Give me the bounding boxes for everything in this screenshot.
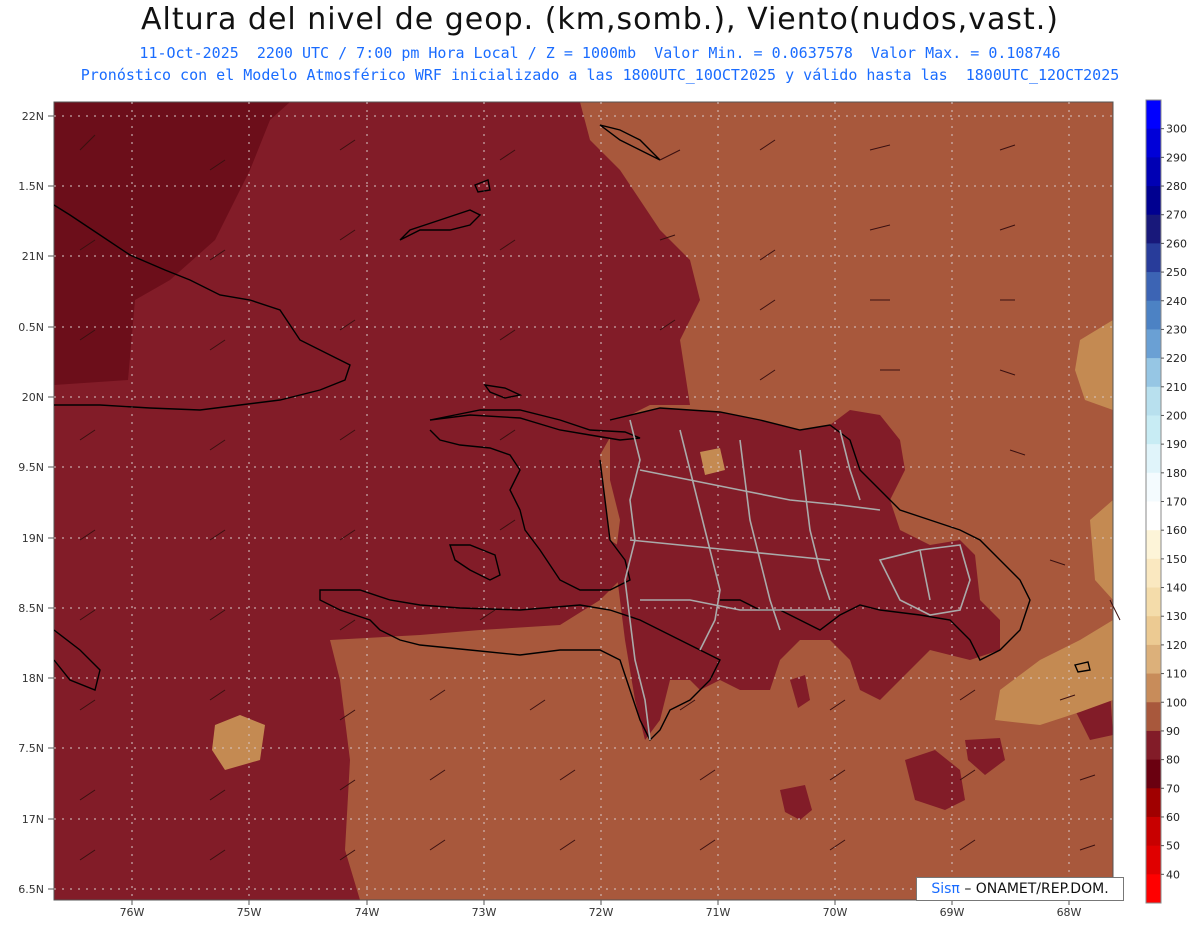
colorbar-swatch xyxy=(1146,300,1161,330)
colorbar-swatch xyxy=(1146,214,1161,244)
colorbar: 300 290 280 270 260 250 240 230 220 210 200 190 180 1… xyxy=(1145,99,1187,904)
lat-ticks xyxy=(48,115,54,890)
lat-label: 18N xyxy=(22,672,44,685)
lat-label: 21N xyxy=(22,250,44,263)
lon-label: 68W xyxy=(1057,906,1082,919)
colorbar-swatch xyxy=(1146,759,1161,789)
colorbar-label: 90 xyxy=(1166,725,1180,738)
colorbar-label: 80 xyxy=(1166,754,1180,767)
colorbar-swatch xyxy=(1146,186,1161,216)
colorbar-label: 50 xyxy=(1166,840,1180,853)
lon-label: 76W xyxy=(120,906,145,919)
colorbar-label: 40 xyxy=(1166,868,1180,881)
lon-label: 74W xyxy=(355,906,380,919)
sispi-logo: Sisπ xyxy=(931,881,960,897)
colorbar-label: 300 xyxy=(1166,123,1187,136)
lat-label: 22N xyxy=(22,110,44,123)
lat-label: 6.5N xyxy=(18,883,44,896)
lon-label: 69W xyxy=(940,906,965,919)
lat-label: 9.5N xyxy=(18,461,44,474)
colorbar-swatch xyxy=(1146,788,1161,818)
lat-label: 19N xyxy=(22,532,44,545)
colorbar-swatch xyxy=(1146,128,1161,158)
colorbar-label: 140 xyxy=(1166,582,1187,595)
colorbar-label: 280 xyxy=(1166,180,1187,193)
colorbar-swatch xyxy=(1146,243,1161,273)
lat-axis: 22N 1.5N 21N 0.5N 20N 9.5N 19N 8.5N 18N … xyxy=(18,110,44,896)
colorbar-label: 240 xyxy=(1166,295,1187,308)
colorbar-label: 160 xyxy=(1166,524,1187,537)
source-badge: Sisπ – ONAMET/REP.DOM. xyxy=(916,877,1124,901)
colorbar-label: 180 xyxy=(1166,467,1187,480)
lat-label: 7.5N xyxy=(18,742,44,755)
colorbar-swatch xyxy=(1146,616,1161,646)
colorbar-label: 290 xyxy=(1166,151,1187,164)
colorbar-label: 110 xyxy=(1166,668,1187,681)
lon-label: 75W xyxy=(237,906,262,919)
colorbar-label: 200 xyxy=(1166,409,1187,422)
colorbar-label: 100 xyxy=(1166,696,1187,709)
lat-label: 1.5N xyxy=(18,180,44,193)
colorbar-label: 230 xyxy=(1166,323,1187,336)
colorbar-label: 120 xyxy=(1166,639,1187,652)
colorbar-swatch xyxy=(1146,501,1161,531)
lat-label: 17N xyxy=(22,813,44,826)
colorbar-label: 210 xyxy=(1166,381,1187,394)
shaded-field xyxy=(54,102,1113,900)
lon-label: 70W xyxy=(823,906,848,919)
lon-label: 71W xyxy=(706,906,731,919)
colorbar-swatch xyxy=(1146,157,1161,187)
geopotential-wind-map: 22N 1.5N 21N 0.5N 20N 9.5N 19N 8.5N 18N … xyxy=(18,99,1187,919)
colorbar-label: 60 xyxy=(1166,811,1180,824)
lat-label: 20N xyxy=(22,391,44,404)
colorbar-swatch xyxy=(1146,874,1161,904)
colorbar-swatch xyxy=(1146,702,1161,732)
colorbar-swatch xyxy=(1146,816,1161,847)
colorbar-swatch xyxy=(1146,845,1161,875)
colorbar-swatch xyxy=(1146,673,1161,703)
colorbar-label: 130 xyxy=(1166,610,1187,623)
colorbar-swatch xyxy=(1146,530,1161,560)
colorbar-swatch xyxy=(1146,472,1161,502)
colorbar-label: 150 xyxy=(1166,553,1187,566)
source-text: – ONAMET/REP.DOM. xyxy=(964,881,1109,897)
colorbar-swatch xyxy=(1146,272,1161,302)
colorbar-swatch xyxy=(1146,329,1161,359)
colorbar-label: 70 xyxy=(1166,782,1180,795)
colorbar-swatch xyxy=(1146,444,1161,474)
lat-label: 0.5N xyxy=(18,321,44,334)
lon-label: 73W xyxy=(472,906,497,919)
colorbar-label: 270 xyxy=(1166,209,1187,222)
lon-axis: 76W 75W 74W 73W 72W 71W 70W 69W 68W xyxy=(120,906,1082,919)
colorbar-label: 260 xyxy=(1166,237,1187,250)
colorbar-swatch xyxy=(1146,558,1161,589)
colorbar-swatch xyxy=(1146,587,1161,617)
colorbar-label: 250 xyxy=(1166,266,1187,279)
lat-label: 8.5N xyxy=(18,602,44,615)
colorbar-swatch xyxy=(1146,644,1161,675)
colorbar-swatch xyxy=(1146,358,1161,388)
colorbar-label: 190 xyxy=(1166,438,1187,451)
colorbar-label: 220 xyxy=(1166,352,1187,365)
colorbar-swatch xyxy=(1146,730,1161,761)
lon-label: 72W xyxy=(589,906,614,919)
colorbar-swatch xyxy=(1146,415,1161,445)
colorbar-swatch xyxy=(1146,100,1161,130)
colorbar-label: 170 xyxy=(1166,496,1187,509)
colorbar-swatch xyxy=(1146,386,1161,416)
